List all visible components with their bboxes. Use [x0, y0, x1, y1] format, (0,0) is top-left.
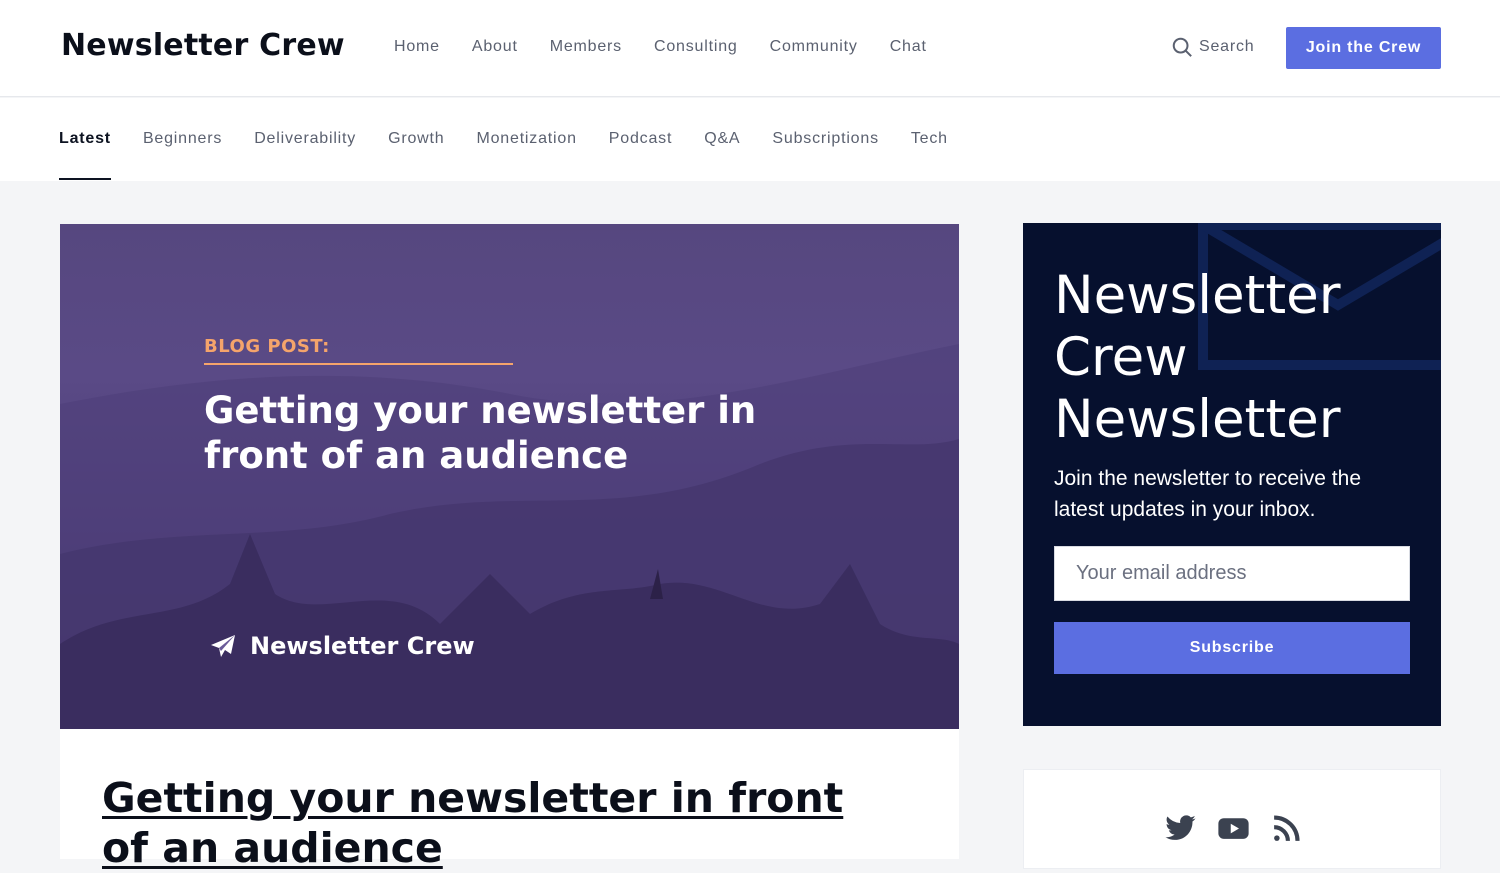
email-input[interactable]: [1054, 546, 1410, 601]
rss-icon[interactable]: [1270, 812, 1303, 845]
search-button[interactable]: Search: [1171, 36, 1255, 58]
main-nav: Home About Members Consulting Community …: [394, 38, 927, 56]
search-label: Search: [1199, 38, 1255, 55]
tab-latest[interactable]: Latest: [59, 130, 111, 180]
hero-brand-name: Newsletter Crew: [250, 632, 475, 660]
hero-title: Getting your newsletter in front of an a…: [204, 389, 757, 477]
newsletter-title: Newsletter Crew Newsletter: [1054, 265, 1341, 450]
join-button[interactable]: Join the Crew: [1286, 27, 1441, 69]
tab-tech[interactable]: Tech: [911, 130, 948, 148]
twitter-icon[interactable]: [1164, 812, 1197, 845]
tab-deliverability[interactable]: Deliverability: [254, 130, 356, 148]
tab-podcast[interactable]: Podcast: [609, 130, 672, 148]
tab-subscriptions[interactable]: Subscriptions: [772, 130, 878, 148]
newsletter-signup-box: Newsletter Crew Newsletter Join the news…: [1023, 223, 1441, 726]
nav-community[interactable]: Community: [770, 38, 858, 56]
subscribe-button[interactable]: Subscribe: [1054, 622, 1410, 674]
tab-growth[interactable]: Growth: [388, 130, 444, 148]
nav-members[interactable]: Members: [550, 38, 622, 56]
site-logo[interactable]: Newsletter Crew: [61, 28, 345, 63]
search-icon: [1172, 37, 1192, 57]
paper-plane-icon: [211, 635, 235, 657]
blog-post-label: BLOG POST:: [204, 336, 330, 357]
nav-consulting[interactable]: Consulting: [654, 38, 738, 56]
post-card-body: Getting your newsletter in front of an a…: [60, 729, 959, 872]
tab-beginners[interactable]: Beginners: [143, 130, 222, 148]
nav-about[interactable]: About: [472, 38, 518, 56]
social-links-card: [1023, 769, 1441, 869]
tab-monetization[interactable]: Monetization: [476, 130, 576, 148]
hero-brand: Newsletter Crew: [210, 632, 475, 660]
category-bar: Latest Beginners Deliverability Growth M…: [0, 98, 1500, 181]
newsletter-description: Join the newsletter to receive the lates…: [1054, 467, 1362, 521]
nav-chat[interactable]: Chat: [890, 38, 927, 56]
label-divider: [204, 363, 513, 365]
feature-image[interactable]: BLOG POST: Getting your newsletter in fr…: [60, 224, 959, 729]
post-title-link[interactable]: Getting your newsletter in front of an a…: [102, 773, 902, 873]
tab-qa[interactable]: Q&A: [704, 130, 740, 148]
youtube-icon[interactable]: [1217, 812, 1250, 845]
site-header: Newsletter Crew Home About Members Consu…: [0, 0, 1500, 97]
nav-home[interactable]: Home: [394, 38, 440, 56]
